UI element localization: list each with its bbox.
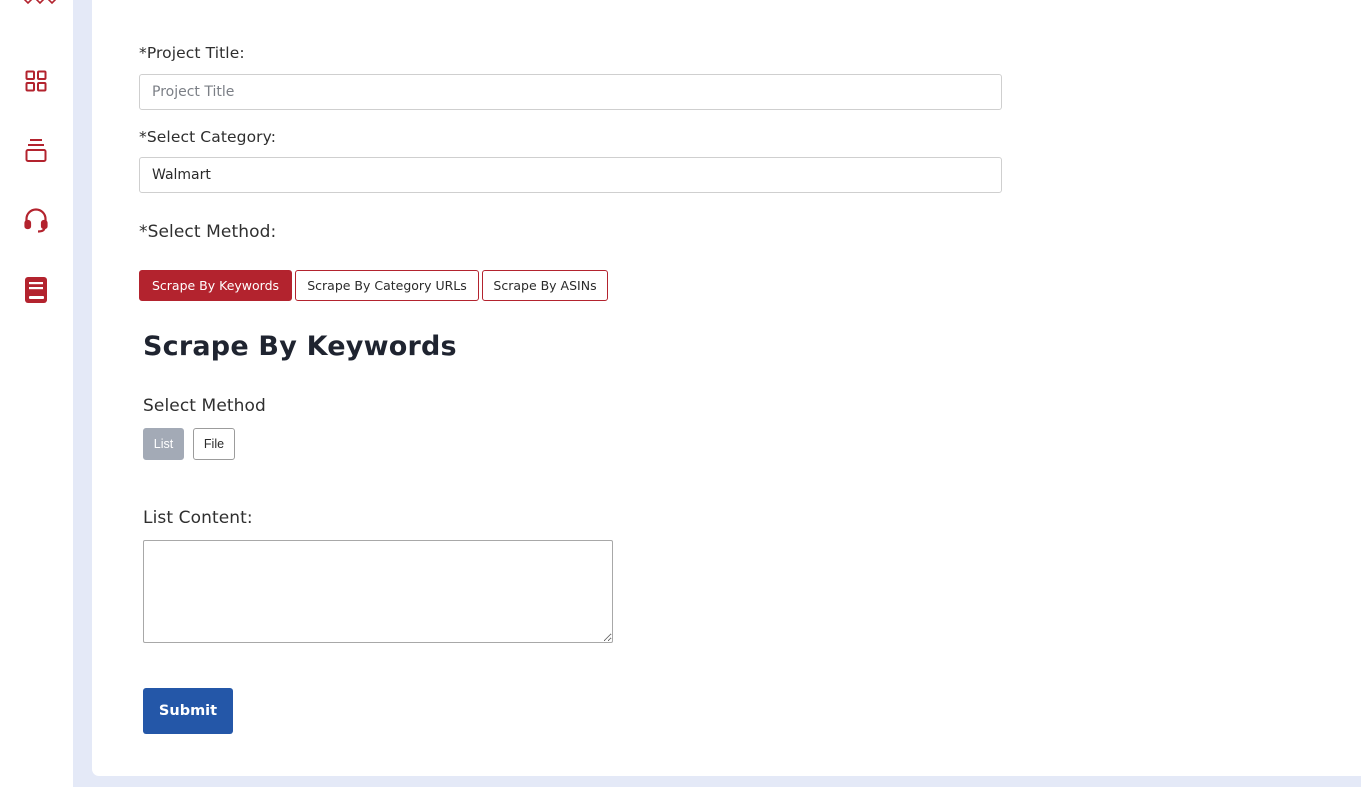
form-card	[92, 0, 1361, 776]
file-tab-button[interactable]: File	[193, 428, 235, 460]
list-tab-button[interactable]: List	[143, 428, 184, 460]
method-category-urls-button[interactable]: Scrape By Category URLs	[295, 270, 479, 301]
logo-icon	[22, 0, 57, 5]
sidebar-item-support[interactable]	[23, 207, 49, 237]
submit-button[interactable]: Submit	[143, 688, 233, 734]
method-label: *Select Method:	[139, 222, 277, 242]
category-select-value: Walmart	[152, 167, 211, 183]
category-select[interactable]: Walmart	[139, 157, 1002, 193]
sidebar	[0, 0, 73, 787]
headset-icon	[23, 207, 49, 237]
select-method-label: Select Method	[143, 396, 266, 416]
list-content-label: List Content:	[143, 508, 253, 528]
list-content-textarea[interactable]	[143, 540, 613, 643]
sidebar-item-docs[interactable]	[23, 276, 49, 308]
book-icon	[24, 276, 48, 308]
method-keywords-button[interactable]: Scrape By Keywords	[139, 270, 292, 301]
sidebar-item-dashboard[interactable]	[23, 70, 49, 96]
sidebar-item-projects[interactable]	[23, 138, 49, 168]
method-asins-button[interactable]: Scrape By ASINs	[482, 270, 608, 301]
grid-icon	[24, 69, 48, 97]
section-heading: Scrape By Keywords	[143, 331, 457, 362]
stack-icon	[24, 138, 48, 168]
project-title-input[interactable]	[139, 74, 1002, 110]
project-title-label: *Project Title:	[139, 44, 245, 62]
category-label: *Select Category:	[139, 128, 277, 146]
